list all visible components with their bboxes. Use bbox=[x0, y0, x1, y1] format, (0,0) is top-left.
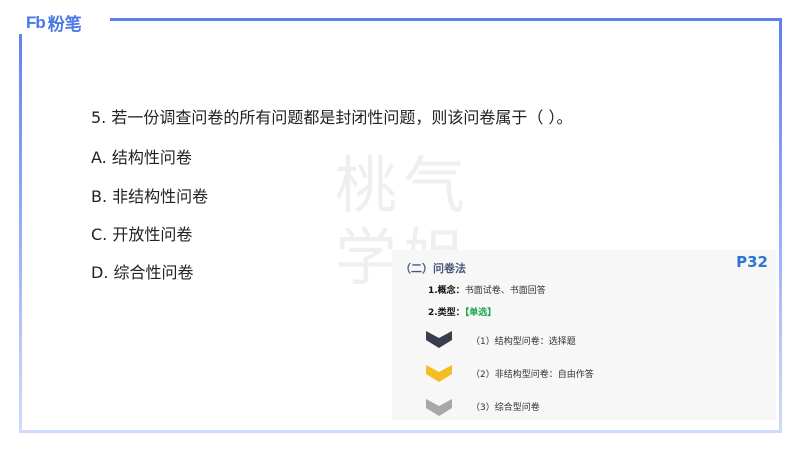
concept-line: 1.概念：书面试卷、书面回答 bbox=[428, 283, 546, 296]
option-d[interactable]: D. 综合性问卷 bbox=[91, 259, 194, 283]
type-item-3: （3）综合型问卷 bbox=[471, 403, 540, 413]
question-text: 5. 若一份调查问卷的所有问题都是封闭性问题，则该问卷属于（ ）。 bbox=[91, 108, 573, 127]
type-item-1: （1）结构型问卷：选择题 bbox=[471, 337, 576, 347]
type-line: 2.类型：【单选】 bbox=[428, 305, 496, 318]
logo-mark: Fb bbox=[26, 12, 46, 32]
option-c[interactable]: C. 开放性问卷 bbox=[91, 221, 192, 245]
chevron-down-icon bbox=[426, 399, 452, 416]
card-title: （二）问卷法 bbox=[400, 262, 466, 275]
chevron-down-icon bbox=[426, 365, 452, 382]
chevron-down-icon bbox=[426, 331, 452, 348]
concept-label: 1.概念： bbox=[428, 286, 465, 296]
type-label: 2.类型： bbox=[428, 308, 465, 318]
option-a[interactable]: A. 结构性问卷 bbox=[91, 144, 192, 168]
option-b[interactable]: B. 非结构性问卷 bbox=[91, 183, 208, 207]
type-item-2: （2）非结构型问卷：自由作答 bbox=[471, 370, 594, 380]
fenbi-logo: Fb 粉笔 bbox=[26, 10, 82, 36]
notes-card: （二）问卷法 P32 1.概念：书面试卷、书面回答 2.类型：【单选】 （1）结… bbox=[392, 250, 776, 420]
logo-text: 粉笔 bbox=[47, 15, 82, 35]
concept-text: 书面试卷、书面回答 bbox=[464, 286, 546, 296]
type-tag: 【单选】 bbox=[464, 308, 497, 318]
page-number: P32 bbox=[736, 253, 768, 271]
